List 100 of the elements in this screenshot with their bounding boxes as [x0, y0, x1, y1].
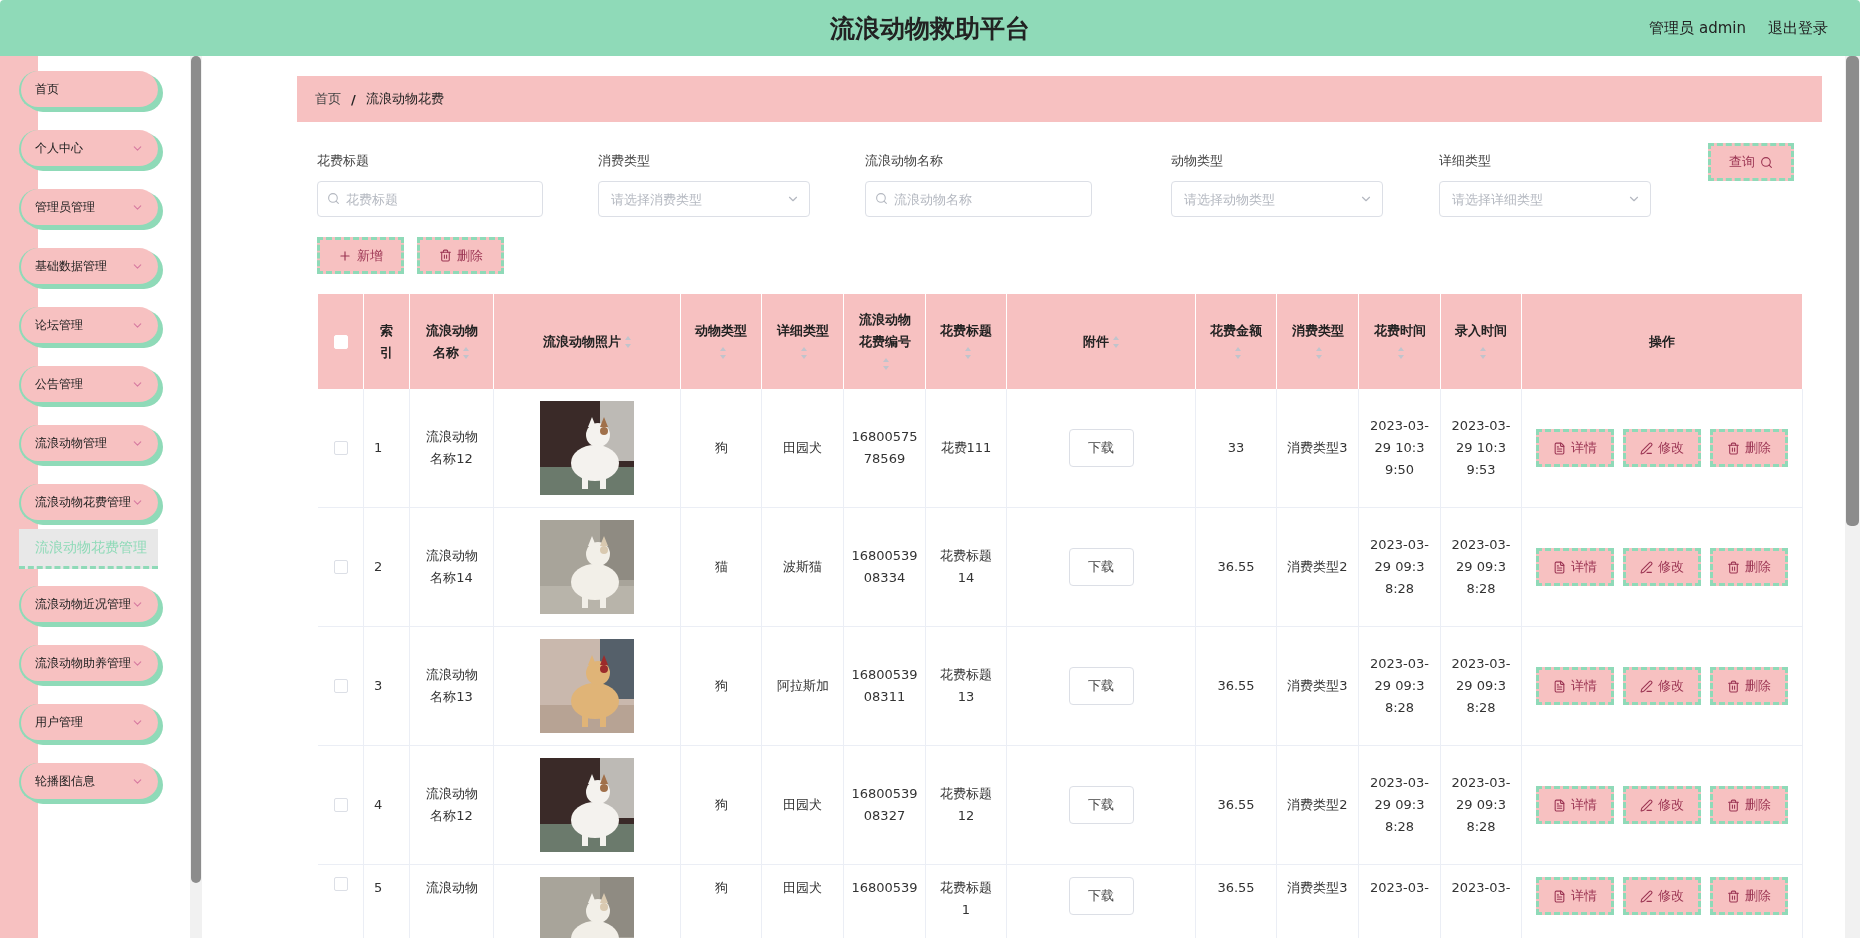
column-label: 详细类型 [772, 319, 833, 364]
detail-button[interactable]: 详情 [1536, 548, 1614, 586]
cell-text: 2023-03- [1370, 879, 1429, 897]
cell-text: 36.55 [1217, 796, 1255, 814]
search-icon [875, 192, 888, 205]
detail-button[interactable]: 详情 [1536, 667, 1614, 705]
trash-icon [438, 249, 452, 262]
cell-text: 2 [374, 558, 383, 576]
column-label: 索引 [379, 321, 394, 362]
cell-text: 田园犬 [783, 879, 822, 897]
detail-button[interactable]: 详情 [1536, 786, 1614, 824]
select-field[interactable]: 请选择详细类型 [1439, 181, 1651, 217]
cell-text: 2023-03- [1451, 879, 1511, 897]
filter-label: 流浪动物名称 [865, 152, 944, 170]
cell-text: 消费类型3 [1287, 879, 1348, 897]
cell-text: 流浪动物 [425, 879, 478, 897]
sort-icon[interactable] [1233, 346, 1242, 360]
cell-text: 33 [1227, 439, 1245, 457]
cell-text: 猫 [714, 558, 728, 576]
cell-text: 消费类型2 [1287, 558, 1348, 576]
edit-button[interactable]: 修改 [1623, 667, 1701, 705]
delete-button[interactable]: 删除 [417, 237, 504, 274]
cell-text: 狗 [714, 879, 728, 897]
sort-icon[interactable] [718, 346, 727, 360]
breadcrumb-separator: / [351, 91, 356, 107]
sort-icon[interactable] [963, 346, 972, 360]
document-icon [1553, 889, 1566, 903]
add-button[interactable]: 新增 [317, 237, 404, 274]
filter-label: 动物类型 [1171, 152, 1224, 170]
sort-icon[interactable] [1478, 346, 1487, 360]
sort-icon[interactable] [623, 335, 632, 349]
search-icon [327, 192, 340, 205]
column-label: 录入时间 [1451, 319, 1511, 364]
cell-text: 田园犬 [783, 439, 822, 457]
cell-text: 流浪动物名称14 [424, 547, 479, 587]
delete-button[interactable]: 删除 [1710, 548, 1788, 586]
detail-button[interactable]: 详情 [1536, 877, 1614, 915]
cell-text: 流浪动物名称13 [424, 666, 479, 706]
column-label: 流浪动物照片 [542, 330, 632, 353]
trash-icon [1727, 560, 1740, 574]
sort-icon[interactable] [882, 357, 890, 371]
filter-label: 花费标题 [317, 152, 370, 170]
cell-text: 5 [374, 879, 383, 897]
select-field[interactable]: 请选择动物类型 [1171, 181, 1383, 217]
download-button[interactable]: 下载 [1068, 877, 1134, 915]
delete-button[interactable]: 删除 [1710, 667, 1788, 705]
checkbox[interactable] [333, 441, 348, 455]
sidebar-scrollbar[interactable] [190, 56, 202, 938]
cell-text: 4 [374, 796, 383, 814]
cell-text: 花费标题13 [939, 666, 993, 706]
checkbox[interactable] [333, 798, 348, 812]
breadcrumb-item[interactable]: 首页 [315, 90, 341, 108]
sort-icon[interactable] [800, 346, 808, 360]
cell-text: 36.55 [1217, 677, 1255, 695]
checkbox[interactable] [333, 679, 348, 693]
download-button[interactable]: 下载 [1068, 786, 1134, 824]
select-field[interactable]: 请选择消费类型 [598, 181, 810, 217]
query-button[interactable]: 查询 [1708, 143, 1794, 181]
delete-button[interactable]: 删除 [1710, 429, 1788, 467]
cell-text: 狗 [714, 796, 728, 814]
cell-text: 2023-03-29 09:38:28 [1451, 774, 1511, 836]
column-label: 流浪动物花费编号 [854, 308, 915, 375]
search-field[interactable]: 花费标题 [317, 181, 543, 217]
delete-button[interactable]: 删除 [1710, 877, 1788, 915]
sort-icon[interactable] [1315, 346, 1323, 360]
sort-icon[interactable] [1397, 346, 1405, 360]
sort-icon[interactable] [462, 346, 470, 360]
trash-icon [1727, 889, 1740, 903]
cell-text: 2023-03-29 09:38:28 [1451, 536, 1511, 598]
document-icon [1553, 560, 1566, 574]
download-button[interactable]: 下载 [1068, 429, 1134, 467]
cell-text: 花费标题14 [939, 547, 993, 587]
pen-icon [1640, 679, 1653, 693]
search-field[interactable]: 流浪动物名称 [865, 181, 1092, 217]
trash-icon [1727, 798, 1740, 812]
checkbox[interactable] [333, 560, 348, 574]
delete-button[interactable]: 删除 [1710, 786, 1788, 824]
detail-button[interactable]: 详情 [1536, 429, 1614, 467]
page-scrollbar[interactable] [1845, 56, 1860, 938]
breadcrumb-item: 流浪动物花费 [365, 90, 444, 108]
checkbox[interactable] [333, 877, 348, 891]
cell-text: 流浪动物名称12 [424, 428, 479, 468]
search-icon [1760, 155, 1773, 169]
cell-text: 36.55 [1217, 558, 1255, 576]
download-button[interactable]: 下载 [1068, 548, 1134, 586]
pen-icon [1640, 441, 1653, 455]
cell-text: 2023-03-29 09:38:28 [1369, 655, 1430, 717]
cell-text: 2023-03-29 09:38:28 [1451, 655, 1511, 717]
edit-button[interactable]: 修改 [1623, 786, 1701, 824]
edit-button[interactable]: 修改 [1623, 877, 1701, 915]
download-button[interactable]: 下载 [1068, 667, 1134, 705]
cell-text: 1680057578569 [850, 428, 919, 468]
cell-text: 2023-03-29 10:39:50 [1369, 417, 1430, 479]
sort-icon[interactable] [1111, 335, 1120, 349]
edit-button[interactable]: 修改 [1623, 548, 1701, 586]
cell-text: 花费111 [940, 439, 992, 457]
pen-icon [1640, 560, 1653, 574]
logout-link[interactable]: 退出登录 [1768, 18, 1828, 38]
edit-button[interactable]: 修改 [1623, 429, 1701, 467]
cell-text: 36.55 [1217, 879, 1255, 897]
